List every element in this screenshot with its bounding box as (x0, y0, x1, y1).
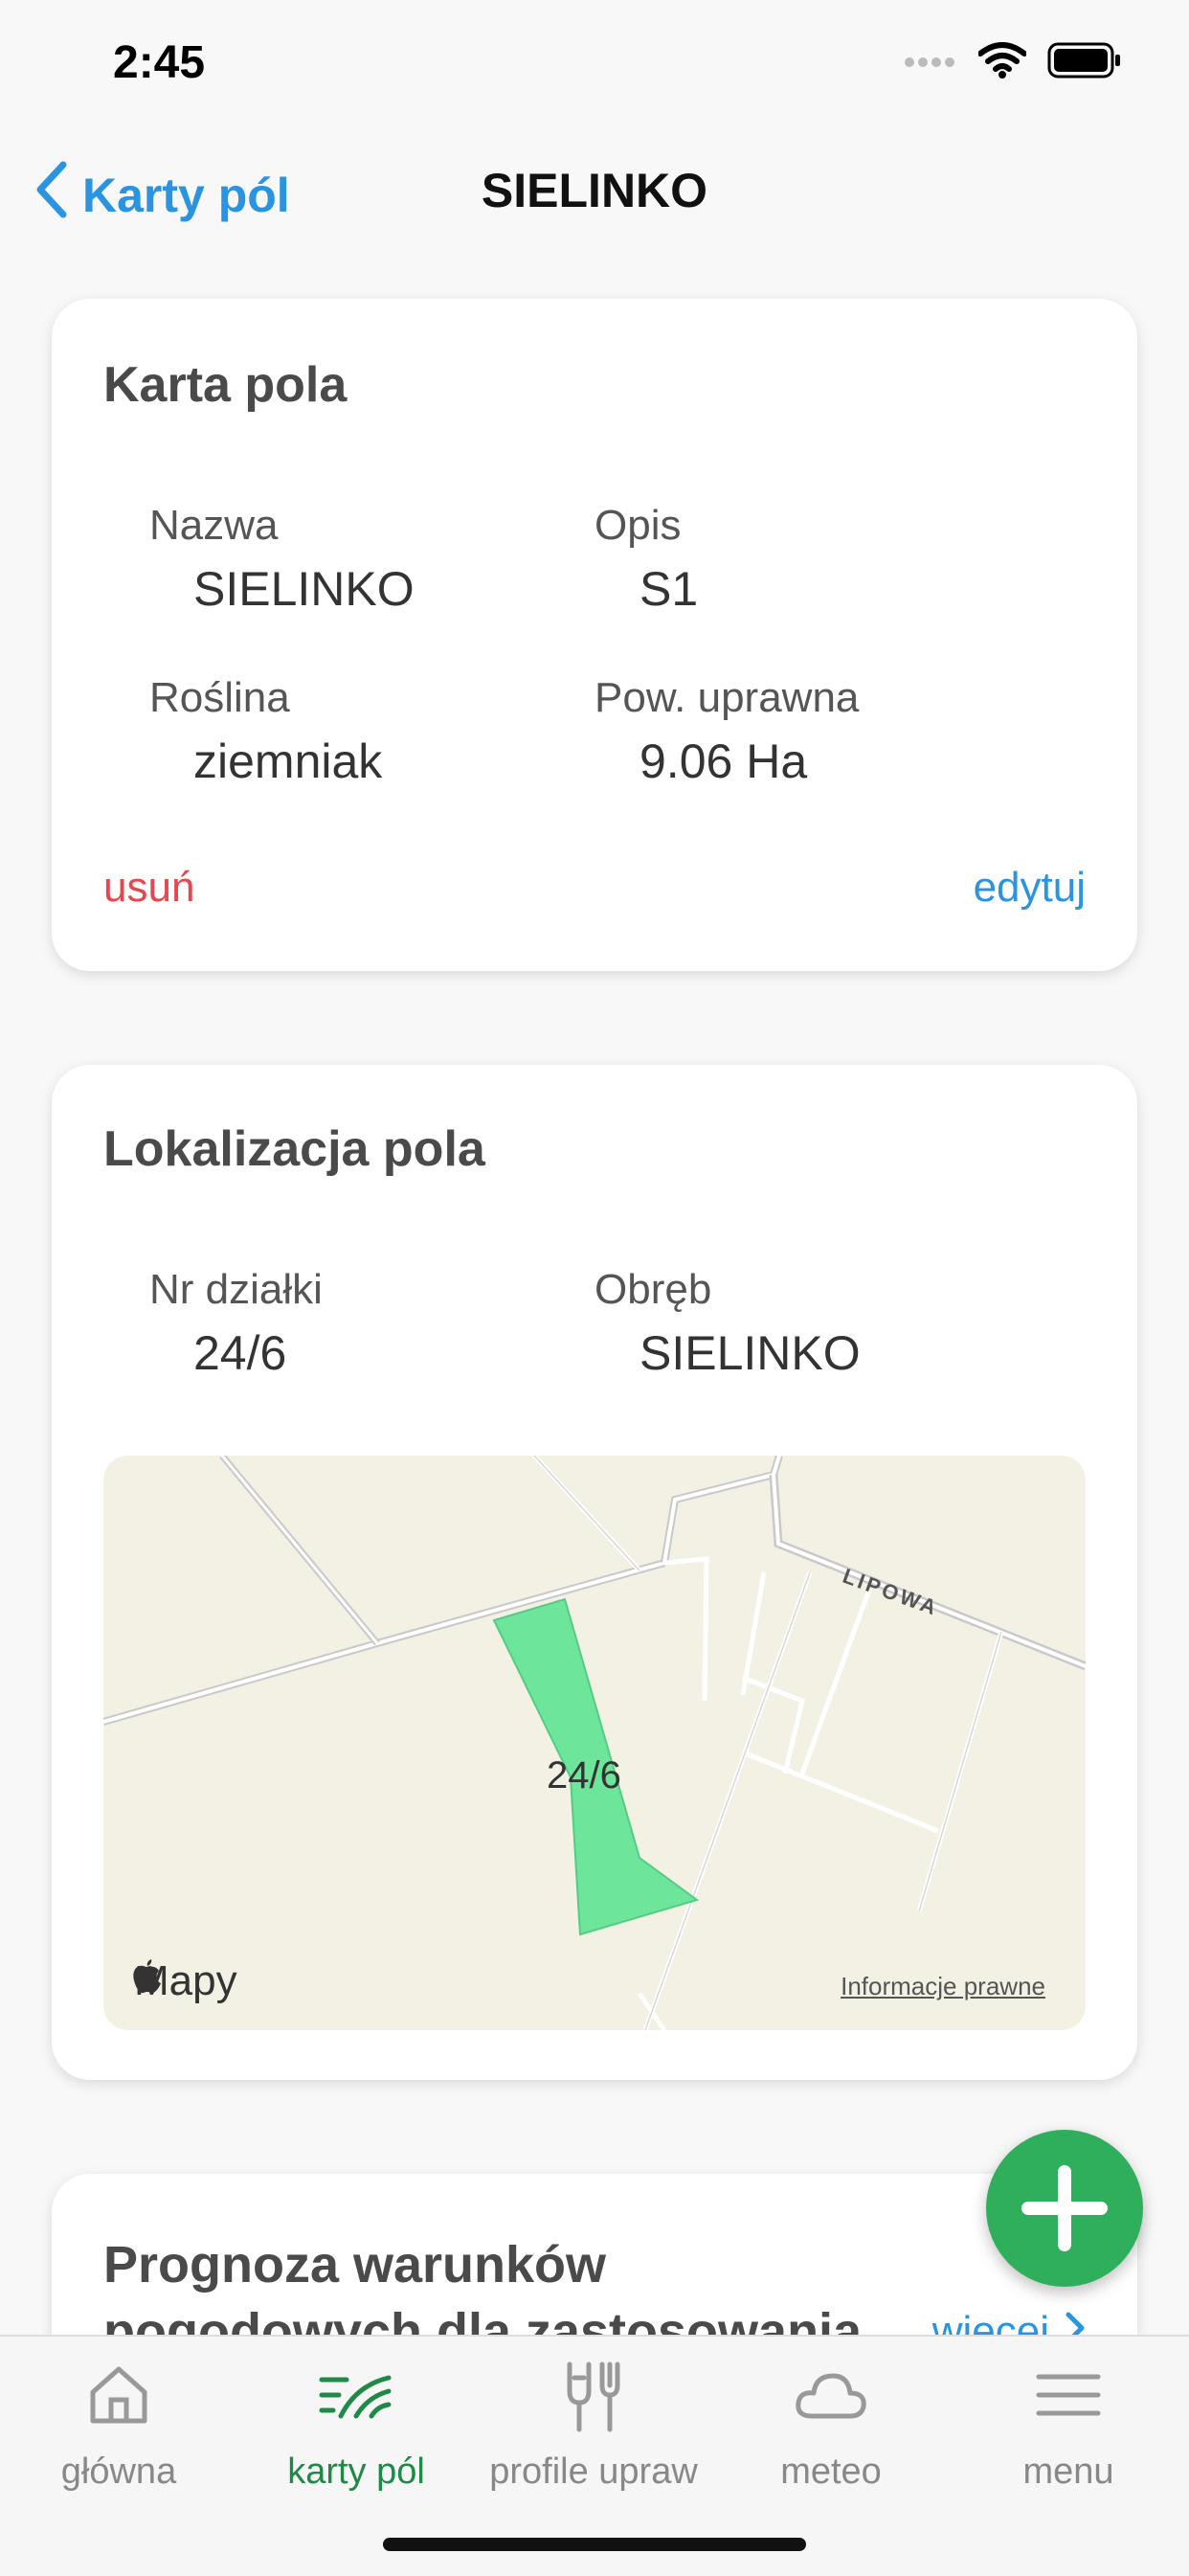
tab-menu[interactable]: menu (950, 2337, 1187, 2509)
hamburger-icon (950, 2354, 1187, 2436)
field-card: Karta pola Nazwa SIELINKO Opis S1 Roślin… (52, 299, 1137, 971)
description-label: Opis (594, 502, 682, 549)
tab-home-label: główna (60, 2452, 177, 2492)
plot-number-value: 24/6 (193, 1326, 287, 1380)
add-button[interactable] (986, 2130, 1143, 2287)
map-legal-link[interactable]: Informacje prawne (841, 1972, 1045, 2001)
location-card-title: Lokalizacja pola (103, 1121, 485, 1177)
status-bar: 2:45 (0, 0, 1189, 115)
status-icons (904, 42, 1122, 83)
tab-field-cards-label: karty pól (287, 2452, 425, 2492)
signal-icon (904, 51, 957, 75)
tab-home[interactable]: główna (0, 2337, 237, 2509)
field-map[interactable]: LIPOWA 24/6 Mapy Informacje prawne (103, 1456, 1086, 2030)
tab-crop-profiles-label: profile upraw (489, 2452, 698, 2492)
delete-button[interactable]: usuń (103, 864, 194, 912)
page-title: SIELINKO (481, 164, 708, 217)
tab-weather[interactable]: meteo (712, 2337, 950, 2509)
name-label: Nazwa (149, 502, 279, 549)
status-time: 2:45 (113, 37, 206, 88)
plus-icon (986, 2165, 1143, 2291)
map-roads (103, 1456, 1086, 2030)
wifi-icon (977, 42, 1027, 83)
crop-label: Roślina (149, 674, 290, 721)
map-brand: Mapy (130, 1957, 237, 2005)
description-value: S1 (639, 562, 699, 616)
tab-crop-profiles[interactable]: profile upraw (475, 2337, 712, 2509)
home-indicator (383, 2538, 806, 2551)
name-value: SIELINKO (193, 562, 415, 616)
cloud-icon (712, 2354, 950, 2436)
plot-number-label: Nr działki (149, 1266, 323, 1313)
precinct-value: SIELINKO (639, 1326, 861, 1380)
navigation-bar: Karty pól SIELINKO (0, 144, 1189, 239)
battery-icon (1047, 42, 1122, 83)
tools-icon (475, 2354, 712, 2436)
location-card: Lokalizacja pola Nr działki 24/6 Obręb S… (52, 1065, 1137, 2080)
home-icon (0, 2354, 237, 2436)
tab-menu-label: menu (1022, 2452, 1114, 2492)
field-icon (237, 2354, 475, 2436)
field-card-title: Karta pola (103, 357, 348, 413)
edit-button[interactable]: edytuj (974, 864, 1086, 912)
area-label: Pow. uprawna (594, 674, 860, 721)
tab-weather-label: meteo (780, 2452, 882, 2492)
precinct-label: Obręb (594, 1266, 712, 1313)
crop-value: ziemniak (193, 734, 383, 788)
parcel-label: 24/6 (547, 1754, 621, 1796)
area-value: 9.06 Ha (639, 734, 808, 788)
tab-field-cards[interactable]: karty pól (237, 2337, 475, 2509)
